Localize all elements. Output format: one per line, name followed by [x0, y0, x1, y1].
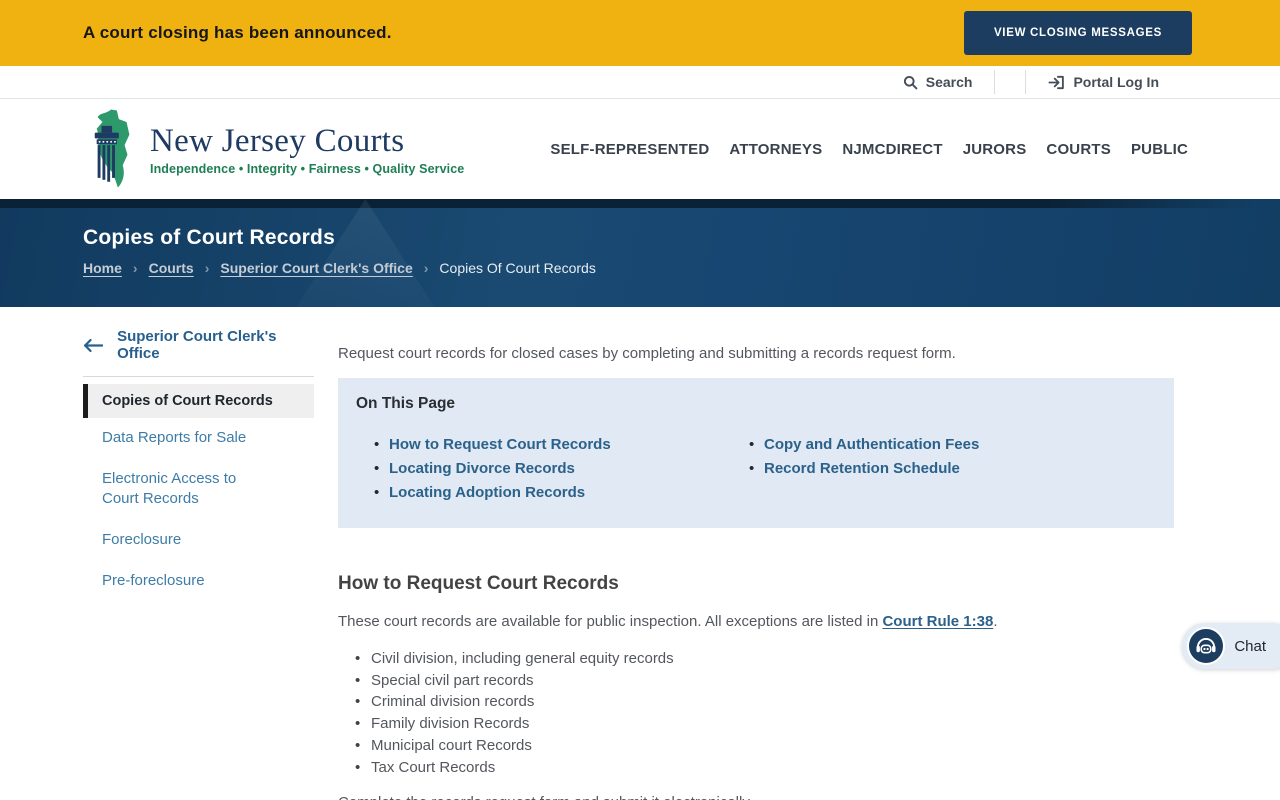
sidebar-item-electronic-access: Electronic Access to Court Records	[83, 459, 314, 520]
sidebar-menu: Copies of Court Records Data Reports for…	[83, 384, 314, 602]
nav-njmcdirect[interactable]: NJMCDIRECT	[842, 141, 942, 158]
list-item: Special civil part records	[355, 670, 1174, 692]
nav-jurors[interactable]: JURORS	[963, 141, 1027, 158]
sidebar-back-label: Superior Court Clerk's Office	[117, 328, 277, 362]
on-this-page-box: On This Page How to Request Court Record…	[338, 378, 1174, 528]
nj-state-icon	[94, 109, 130, 188]
nav-public[interactable]: PUBLIC	[1131, 141, 1188, 158]
chat-button[interactable]: Chat	[1182, 623, 1280, 669]
record-types-list: Civil division, including general equity…	[338, 648, 1174, 778]
list-item: Criminal division records	[355, 691, 1174, 713]
section-paragraph-text: These court records are available for pu…	[338, 613, 883, 630]
sidebar-item-link[interactable]: Foreclosure	[102, 530, 314, 550]
chevron-right-icon: ›	[204, 260, 210, 276]
nav-self-represented[interactable]: SELF-REPRESENTED	[550, 141, 709, 158]
utility-gap	[995, 66, 1025, 98]
list-item: Locating Divorce Records	[374, 457, 748, 481]
breadcrumb-home[interactable]: Home	[83, 260, 122, 276]
utility-bar: Search Portal Log In	[0, 66, 1280, 99]
link-copy-and-authentication-fees[interactable]: Copy and Authentication Fees	[764, 436, 979, 453]
closing-paragraph: Complete the records request form and su…	[338, 792, 1174, 800]
brand-name: New Jersey Courts	[150, 122, 405, 159]
section-paragraph: These court records are available for pu…	[338, 611, 1174, 632]
sidebar-item-foreclosure: Foreclosure	[83, 520, 314, 561]
sidebar-item-copies-of-court-records[interactable]: Copies of Court Records	[83, 384, 314, 418]
portal-login-label: Portal Log In	[1073, 74, 1159, 90]
sidebar-item-link[interactable]: Electronic Access to Court Records	[102, 469, 277, 509]
list-item: Municipal court Records	[355, 735, 1174, 757]
nav-attorneys[interactable]: ATTORNEYS	[729, 141, 822, 158]
content-area: Superior Court Clerk's Office Copies of …	[0, 307, 1280, 800]
breadcrumb: Home › Courts › Superior Court Clerk's O…	[83, 260, 1197, 276]
view-closing-messages-button[interactable]: VIEW CLOSING MESSAGES	[963, 11, 1192, 55]
on-this-page-columns: How to Request Court Records Locating Di…	[356, 433, 1154, 505]
search-label: Search	[925, 74, 973, 90]
link-locating-adoption-records[interactable]: Locating Adoption Records	[389, 484, 585, 501]
sidebar-item-link[interactable]: Pre-foreclosure	[102, 571, 314, 591]
brand-tagline: Independence • Integrity • Fairness • Qu…	[150, 161, 465, 176]
on-this-page-list-right: Copy and Authentication Fees Record Rete…	[748, 433, 1154, 505]
nav-courts[interactable]: COURTS	[1046, 141, 1111, 158]
list-item: Locating Adoption Records	[374, 481, 748, 505]
on-this-page-list-left: How to Request Court Records Locating Di…	[356, 433, 748, 505]
court-rule-link[interactable]: Court Rule 1:38	[882, 613, 993, 630]
intro-paragraph: Request court records for closed cases b…	[338, 345, 956, 362]
main-nav: SELF-REPRESENTED ATTORNEYS NJMCDIRECT JU…	[550, 141, 1188, 158]
hero-top-strip	[0, 199, 1280, 208]
list-item: Copy and Authentication Fees	[749, 433, 1154, 457]
list-item: Family division Records	[355, 713, 1174, 735]
section-paragraph-period: .	[993, 613, 998, 630]
list-item: Tax Court Records	[355, 757, 1174, 779]
chat-label: Chat	[1234, 637, 1266, 655]
chevron-right-icon: ›	[423, 260, 429, 276]
search-button[interactable]: Search	[881, 66, 995, 98]
sidebar-item-data-reports-for-sale: Data Reports for Sale	[83, 418, 314, 459]
sidebar-item-link[interactable]: Data Reports for Sale	[102, 428, 314, 448]
chevron-right-icon: ›	[132, 260, 138, 276]
portal-login-button[interactable]: Portal Log In	[1026, 66, 1181, 98]
site-header: New Jersey Courts Independence • Integri…	[0, 99, 1280, 199]
sidebar-divider	[83, 376, 314, 377]
breadcrumb-superior-court-clerks-office[interactable]: Superior Court Clerk's Office	[220, 260, 412, 276]
breadcrumb-courts[interactable]: Courts	[149, 260, 194, 276]
link-record-retention-schedule[interactable]: Record Retention Schedule	[764, 460, 960, 477]
alert-message: A court closing has been announced.	[83, 23, 392, 42]
sidebar: Superior Court Clerk's Office Copies of …	[83, 307, 314, 800]
alert-banner: A court closing has been announced. VIEW…	[0, 0, 1280, 66]
sidebar-back-link[interactable]: Superior Court Clerk's Office	[83, 326, 314, 376]
login-icon	[1048, 75, 1065, 89]
chat-bot-icon	[1187, 627, 1226, 665]
search-icon	[903, 75, 918, 89]
main-content: Request court records for closed cases b…	[338, 307, 1174, 800]
njcourts-logo[interactable]: New Jersey Courts Independence • Integri…	[88, 107, 464, 191]
link-locating-divorce-records[interactable]: Locating Divorce Records	[389, 460, 575, 477]
back-arrow-icon	[84, 338, 104, 352]
section-heading: How to Request Court Records	[338, 573, 619, 594]
list-item: Record Retention Schedule	[749, 457, 1154, 481]
list-item: How to Request Court Records	[374, 433, 748, 457]
breadcrumb-current: Copies Of Court Records	[439, 260, 596, 276]
page: A court closing has been announced. VIEW…	[0, 0, 1280, 800]
list-item: Civil division, including general equity…	[355, 648, 1174, 670]
link-how-to-request-court-records[interactable]: How to Request Court Records	[389, 436, 611, 453]
on-this-page-title: On This Page	[356, 395, 456, 412]
hero-banner: Copies of Court Records Home › Courts › …	[0, 199, 1280, 307]
sidebar-item-pre-foreclosure: Pre-foreclosure	[83, 561, 314, 602]
